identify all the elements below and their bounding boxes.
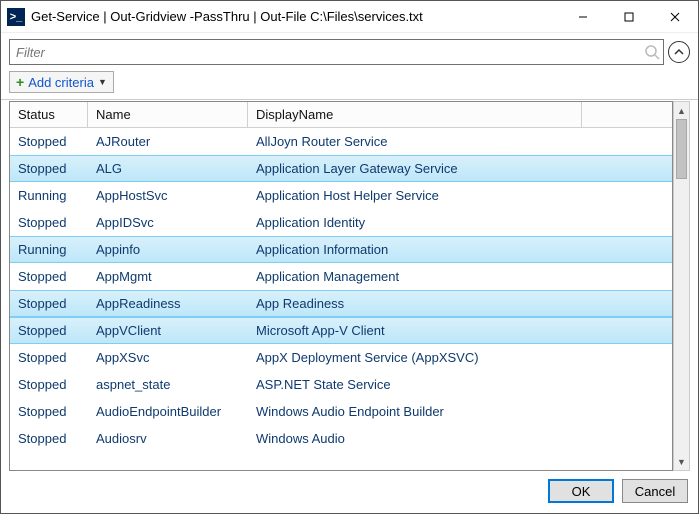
cell-status: Stopped	[10, 426, 88, 451]
table-row[interactable]: RunningAppHostSvcApplication Host Helper…	[10, 182, 672, 209]
cell-name: AppHostSvc	[88, 183, 248, 208]
cell-status: Stopped	[10, 129, 88, 154]
cell-name: Appinfo	[88, 237, 248, 262]
cell-display: AllJoyn Router Service	[248, 129, 672, 154]
cell-display: Application Identity	[248, 210, 672, 235]
titlebar: >_ Get-Service | Out-Gridview -PassThru …	[1, 1, 698, 33]
cell-name: AppIDSvc	[88, 210, 248, 235]
minimize-icon	[578, 12, 588, 22]
footer: OK Cancel	[1, 471, 698, 513]
dropdown-icon: ▼	[98, 77, 107, 87]
scroll-down-icon[interactable]: ▼	[674, 453, 689, 470]
maximize-button[interactable]	[606, 1, 652, 33]
grid-wrap: Status Name DisplayName StoppedAJRouterA…	[1, 100, 698, 471]
table-row[interactable]: StoppedAJRouterAllJoyn Router Service	[10, 128, 672, 155]
ok-button[interactable]: OK	[548, 479, 614, 503]
cell-status: Stopped	[10, 372, 88, 397]
close-button[interactable]	[652, 1, 698, 33]
cell-name: AudioEndpointBuilder	[88, 399, 248, 424]
cancel-button[interactable]: Cancel	[622, 479, 688, 503]
cell-name: AppVClient	[88, 318, 248, 343]
cell-status: Stopped	[10, 156, 88, 181]
cell-status: Running	[10, 237, 88, 262]
maximize-icon	[624, 12, 634, 22]
cell-display: Microsoft App-V Client	[248, 318, 672, 343]
cell-name: AppReadiness	[88, 291, 248, 316]
powershell-icon: >_	[7, 8, 25, 26]
table-row[interactable]: RunningAppinfoApplication Information	[10, 236, 672, 263]
table-row[interactable]: StoppedAppXSvcAppX Deployment Service (A…	[10, 344, 672, 371]
cell-status: Stopped	[10, 318, 88, 343]
cell-display: Application Layer Gateway Service	[248, 156, 672, 181]
cell-name: aspnet_state	[88, 372, 248, 397]
window-controls	[560, 1, 698, 33]
add-criteria-label: Add criteria	[28, 75, 94, 90]
add-criteria-button[interactable]: + Add criteria ▼	[9, 71, 114, 93]
cell-display: Application Host Helper Service	[248, 183, 672, 208]
table-row[interactable]: StoppedAppReadinessApp Readiness	[10, 290, 672, 317]
column-header-status[interactable]: Status	[10, 102, 88, 127]
cell-display: Application Management	[248, 264, 672, 289]
plus-icon: +	[16, 74, 24, 90]
column-header-displayname[interactable]: DisplayName	[248, 102, 582, 127]
cell-display: App Readiness	[248, 291, 672, 316]
scroll-track[interactable]	[674, 119, 689, 453]
grid: Status Name DisplayName StoppedAJRouterA…	[9, 101, 673, 471]
cell-name: ALG	[88, 156, 248, 181]
table-row[interactable]: StoppedAudioEndpointBuilderWindows Audio…	[10, 398, 672, 425]
cell-name: Audiosrv	[88, 426, 248, 451]
table-row[interactable]: StoppedAudiosrvWindows Audio	[10, 425, 672, 452]
expand-toggle-button[interactable]	[668, 41, 690, 63]
cell-display: Windows Audio	[248, 426, 672, 451]
cell-name: AJRouter	[88, 129, 248, 154]
cell-status: Stopped	[10, 210, 88, 235]
search-icon	[644, 44, 660, 60]
filter-box	[9, 39, 664, 65]
filter-row	[1, 33, 698, 67]
cell-status: Stopped	[10, 291, 88, 316]
table-row[interactable]: Stoppedaspnet_stateASP.NET State Service	[10, 371, 672, 398]
scroll-up-icon[interactable]: ▲	[674, 102, 689, 119]
grid-body: StoppedAJRouterAllJoyn Router ServiceSto…	[10, 128, 672, 470]
cell-name: AppXSvc	[88, 345, 248, 370]
criteria-row: + Add criteria ▼	[1, 67, 698, 100]
cell-status: Stopped	[10, 399, 88, 424]
cell-display: AppX Deployment Service (AppXSVC)	[248, 345, 672, 370]
minimize-button[interactable]	[560, 1, 606, 33]
filter-input[interactable]	[9, 39, 664, 65]
cell-name: AppMgmt	[88, 264, 248, 289]
scroll-thumb[interactable]	[676, 119, 687, 179]
cell-status: Stopped	[10, 264, 88, 289]
column-header-name[interactable]: Name	[88, 102, 248, 127]
chevron-up-icon	[674, 47, 684, 57]
table-row[interactable]: StoppedALGApplication Layer Gateway Serv…	[10, 155, 672, 182]
cell-status: Stopped	[10, 345, 88, 370]
table-row[interactable]: StoppedAppVClientMicrosoft App-V Client	[10, 317, 672, 344]
grid-header: Status Name DisplayName	[10, 102, 672, 128]
cell-display: ASP.NET State Service	[248, 372, 672, 397]
cell-status: Running	[10, 183, 88, 208]
close-icon	[670, 12, 680, 22]
window-title: Get-Service | Out-Gridview -PassThru | O…	[31, 9, 560, 24]
cell-display: Application Information	[248, 237, 672, 262]
table-row[interactable]: StoppedAppMgmtApplication Management	[10, 263, 672, 290]
table-row[interactable]: StoppedAppIDSvcApplication Identity	[10, 209, 672, 236]
vertical-scrollbar[interactable]: ▲ ▼	[673, 101, 690, 471]
cell-display: Windows Audio Endpoint Builder	[248, 399, 672, 424]
column-header-spacer[interactable]	[582, 102, 672, 127]
